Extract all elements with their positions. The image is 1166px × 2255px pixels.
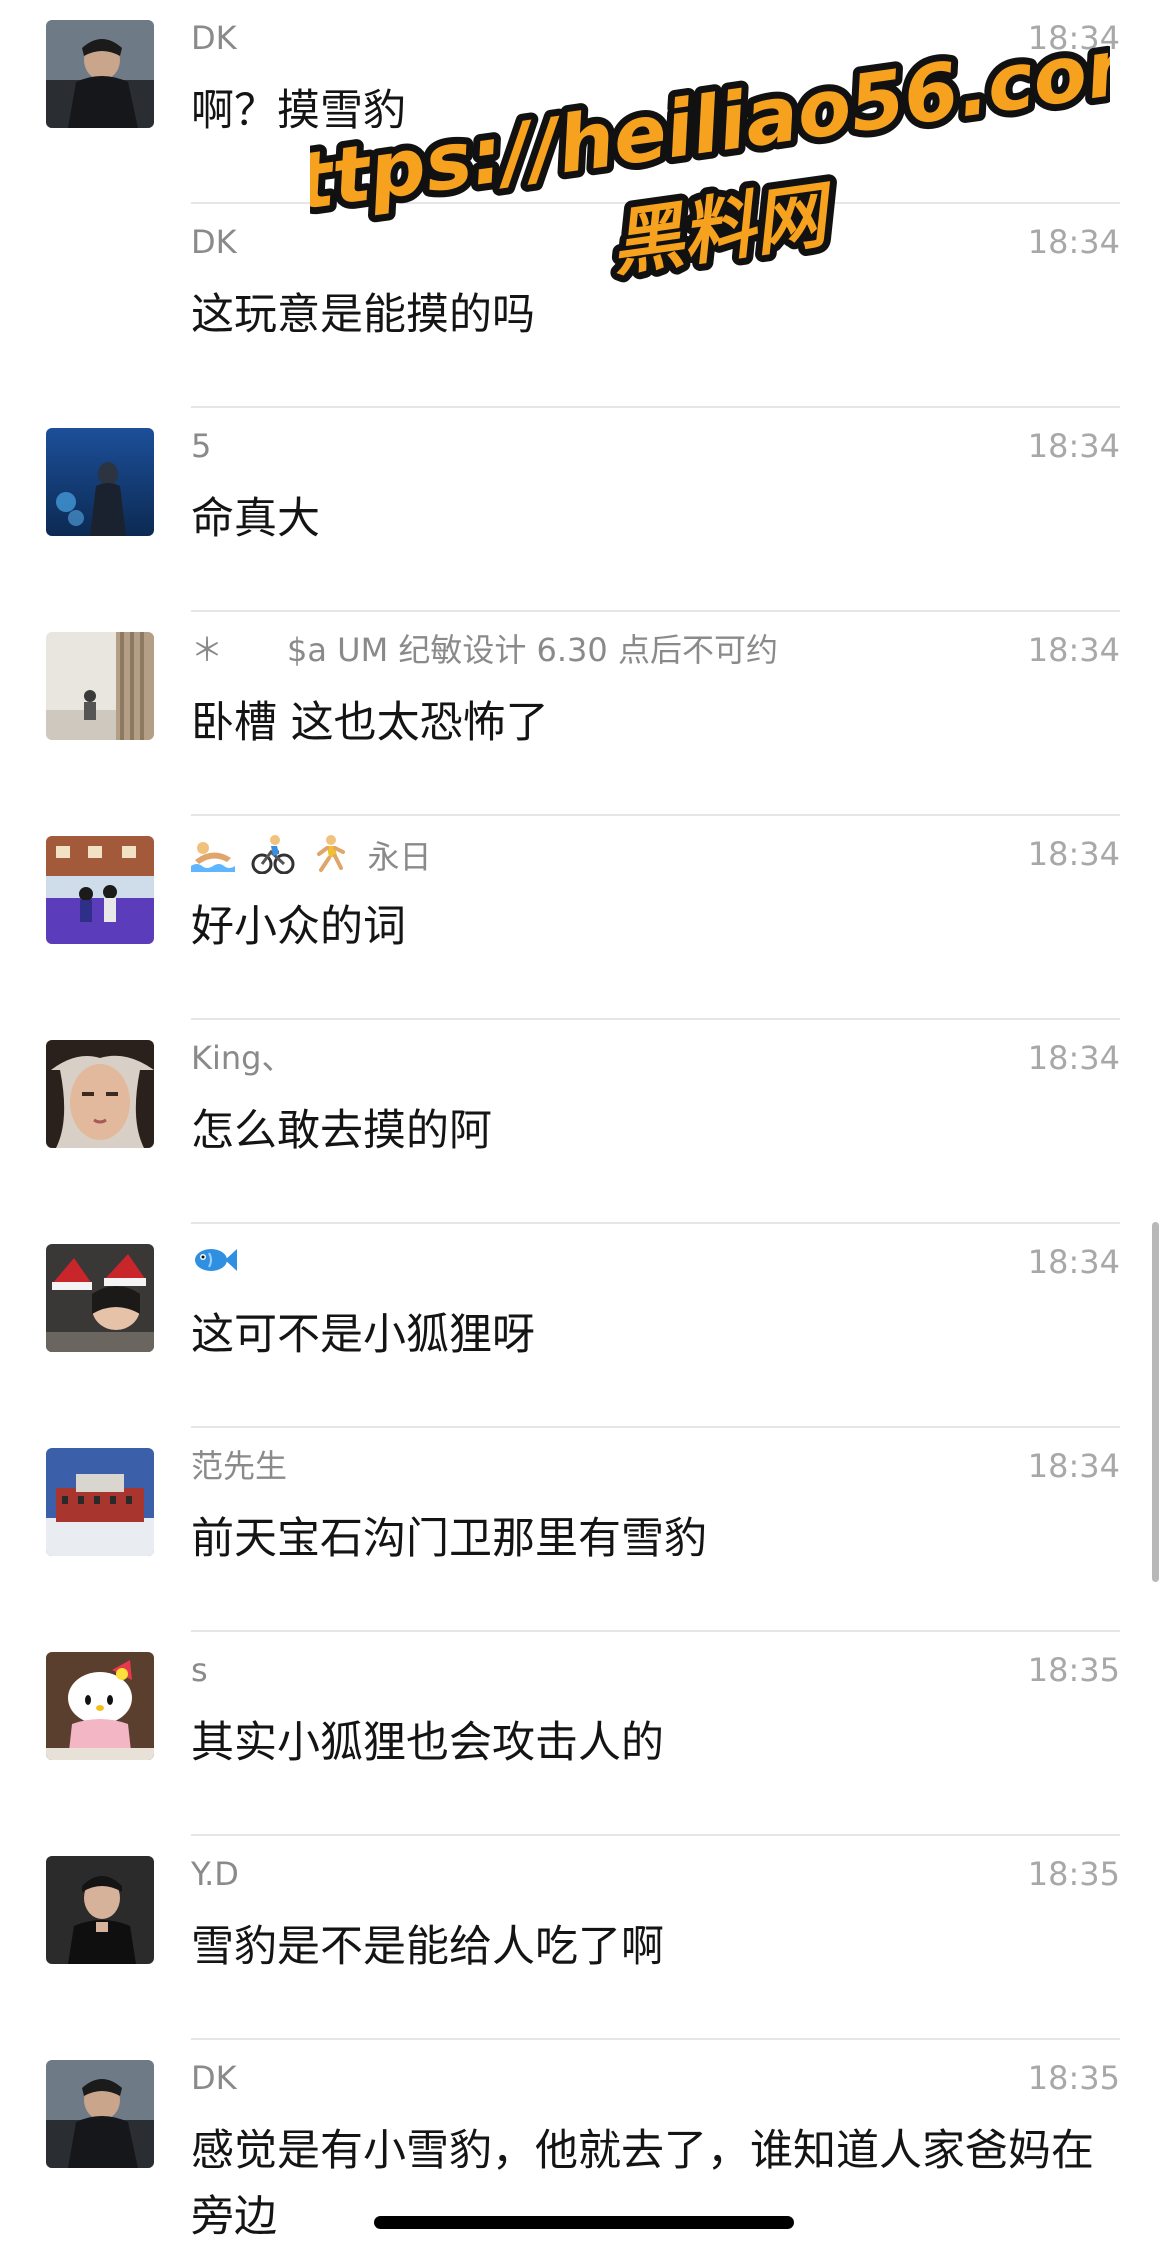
- message-time: 18:34: [1027, 19, 1120, 57]
- message-time: 18:34: [1027, 1243, 1120, 1281]
- message-row[interactable]: 5 18:34 命真大: [0, 408, 1166, 612]
- message-text[interactable]: 好小众的词: [191, 894, 1121, 960]
- cyclist-icon: [251, 834, 295, 883]
- message-row[interactable]: Y.D 18:35 雪豹是不是能给人吃了啊: [0, 1836, 1166, 2040]
- sender-name: [191, 1242, 237, 1286]
- avatar[interactable]: [46, 1856, 154, 1964]
- message-row[interactable]: 永日 18:34 好小众的词: [0, 816, 1166, 1020]
- message-row[interactable]: DK 18:34 这玩意是能摸的吗: [0, 204, 1166, 408]
- sender-name: DK: [191, 223, 237, 261]
- sender-name: 5: [191, 427, 212, 465]
- sender-name-text: 永日: [367, 837, 432, 876]
- message-time: 18:35: [1027, 2059, 1120, 2097]
- message-row[interactable]: s 18:35 其实小狐狸也会攻击人的: [0, 1632, 1166, 1836]
- avatar[interactable]: [46, 428, 154, 536]
- message-row[interactable]: 范先生 18:34 前天宝石沟门卫那里有雪豹: [0, 1428, 1166, 1632]
- message-text[interactable]: 其实小狐狸也会攻击人的: [191, 1710, 1121, 1776]
- message-time: 18:34: [1027, 223, 1120, 261]
- avatar[interactable]: [46, 632, 154, 740]
- chat-message-list[interactable]: DK 18:34 啊？摸雪豹 DK 18:34 这玩意是能摸的吗 5 18:34…: [0, 0, 1166, 2255]
- sender-name: King、: [191, 1039, 294, 1077]
- message-row[interactable]: King、 18:34 怎么敢去摸的阿: [0, 1020, 1166, 1224]
- runner-icon: [311, 834, 347, 883]
- message-text[interactable]: 这玩意是能摸的吗: [191, 282, 1121, 348]
- sender-name: DK: [191, 2059, 237, 2097]
- avatar[interactable]: [46, 20, 154, 128]
- message-time: 18:34: [1027, 835, 1120, 873]
- sender-name: 范先生: [191, 1447, 288, 1485]
- sender-name: Y.D: [191, 1855, 239, 1893]
- message-text[interactable]: 前天宝石沟门卫那里有雪豹: [191, 1506, 1121, 1572]
- message-time: 18:34: [1027, 427, 1120, 465]
- message-time: 18:34: [1027, 631, 1120, 669]
- sender-name: s: [191, 1651, 208, 1689]
- home-indicator[interactable]: [374, 2216, 794, 2229]
- message-text[interactable]: 雪豹是不是能给人吃了啊: [191, 1914, 1121, 1980]
- sender-name: ＊ $a UM 纪敏设计 6.30 点后不可约: [191, 631, 778, 669]
- avatar[interactable]: [46, 836, 154, 944]
- avatar[interactable]: [46, 1652, 154, 1760]
- sender-name: DK: [191, 19, 237, 57]
- message-text[interactable]: 感觉是有小雪豹，他就去了，谁知道人家爸妈在旁边: [191, 2118, 1111, 2250]
- message-row[interactable]: DK 18:34 啊？摸雪豹: [0, 0, 1166, 204]
- message-text[interactable]: 啊？摸雪豹: [191, 78, 1121, 144]
- message-text[interactable]: 这可不是小狐狸呀: [191, 1302, 1121, 1368]
- fish-icon: [191, 1243, 237, 1286]
- message-time: 18:34: [1027, 1447, 1120, 1485]
- avatar[interactable]: [46, 1448, 154, 1556]
- avatar[interactable]: [46, 2060, 154, 2168]
- sender-name: 永日: [191, 834, 432, 883]
- message-row[interactable]: 18:34 这可不是小狐狸呀: [0, 1224, 1166, 1428]
- scrollbar[interactable]: [1152, 1222, 1159, 1582]
- message-row[interactable]: ＊ $a UM 纪敏设计 6.30 点后不可约 18:34 卧槽 这也太恐怖了: [0, 612, 1166, 816]
- swimmer-icon: [191, 836, 235, 881]
- message-text[interactable]: 卧槽 这也太恐怖了: [191, 690, 1121, 756]
- message-time: 18:35: [1027, 1651, 1120, 1689]
- message-time: 18:34: [1027, 1039, 1120, 1077]
- message-text[interactable]: 怎么敢去摸的阿: [191, 1098, 1121, 1164]
- avatar[interactable]: [46, 1244, 154, 1352]
- message-text[interactable]: 命真大: [191, 486, 1121, 552]
- avatar[interactable]: [46, 1040, 154, 1148]
- message-time: 18:35: [1027, 1855, 1120, 1893]
